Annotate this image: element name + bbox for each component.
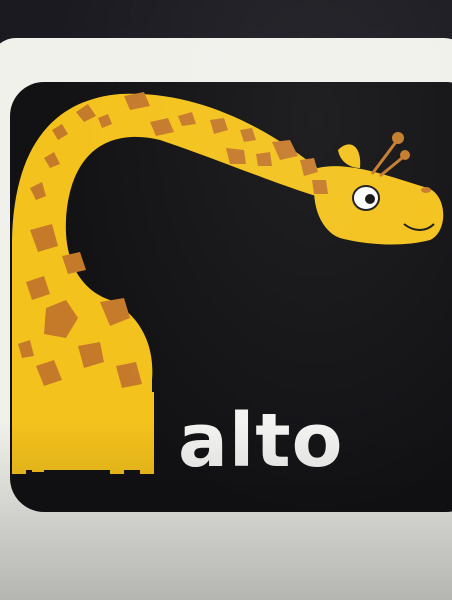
giraffe-leg-back-left bbox=[110, 392, 124, 474]
giraffe-leg-back-right bbox=[140, 392, 154, 474]
giraffe-illustration bbox=[12, 92, 444, 474]
giraffe-eye-icon bbox=[352, 185, 380, 211]
giraffe-leg-front-left bbox=[12, 390, 26, 474]
photo-scene: alto bbox=[0, 0, 452, 600]
giraffe-leg-front-right bbox=[32, 392, 44, 472]
giraffe-ear bbox=[338, 144, 361, 168]
word-label: alto bbox=[178, 398, 344, 484]
giraffe-head bbox=[314, 166, 444, 245]
giraffe-horns bbox=[370, 132, 410, 178]
giraffe-nostril bbox=[421, 187, 431, 193]
